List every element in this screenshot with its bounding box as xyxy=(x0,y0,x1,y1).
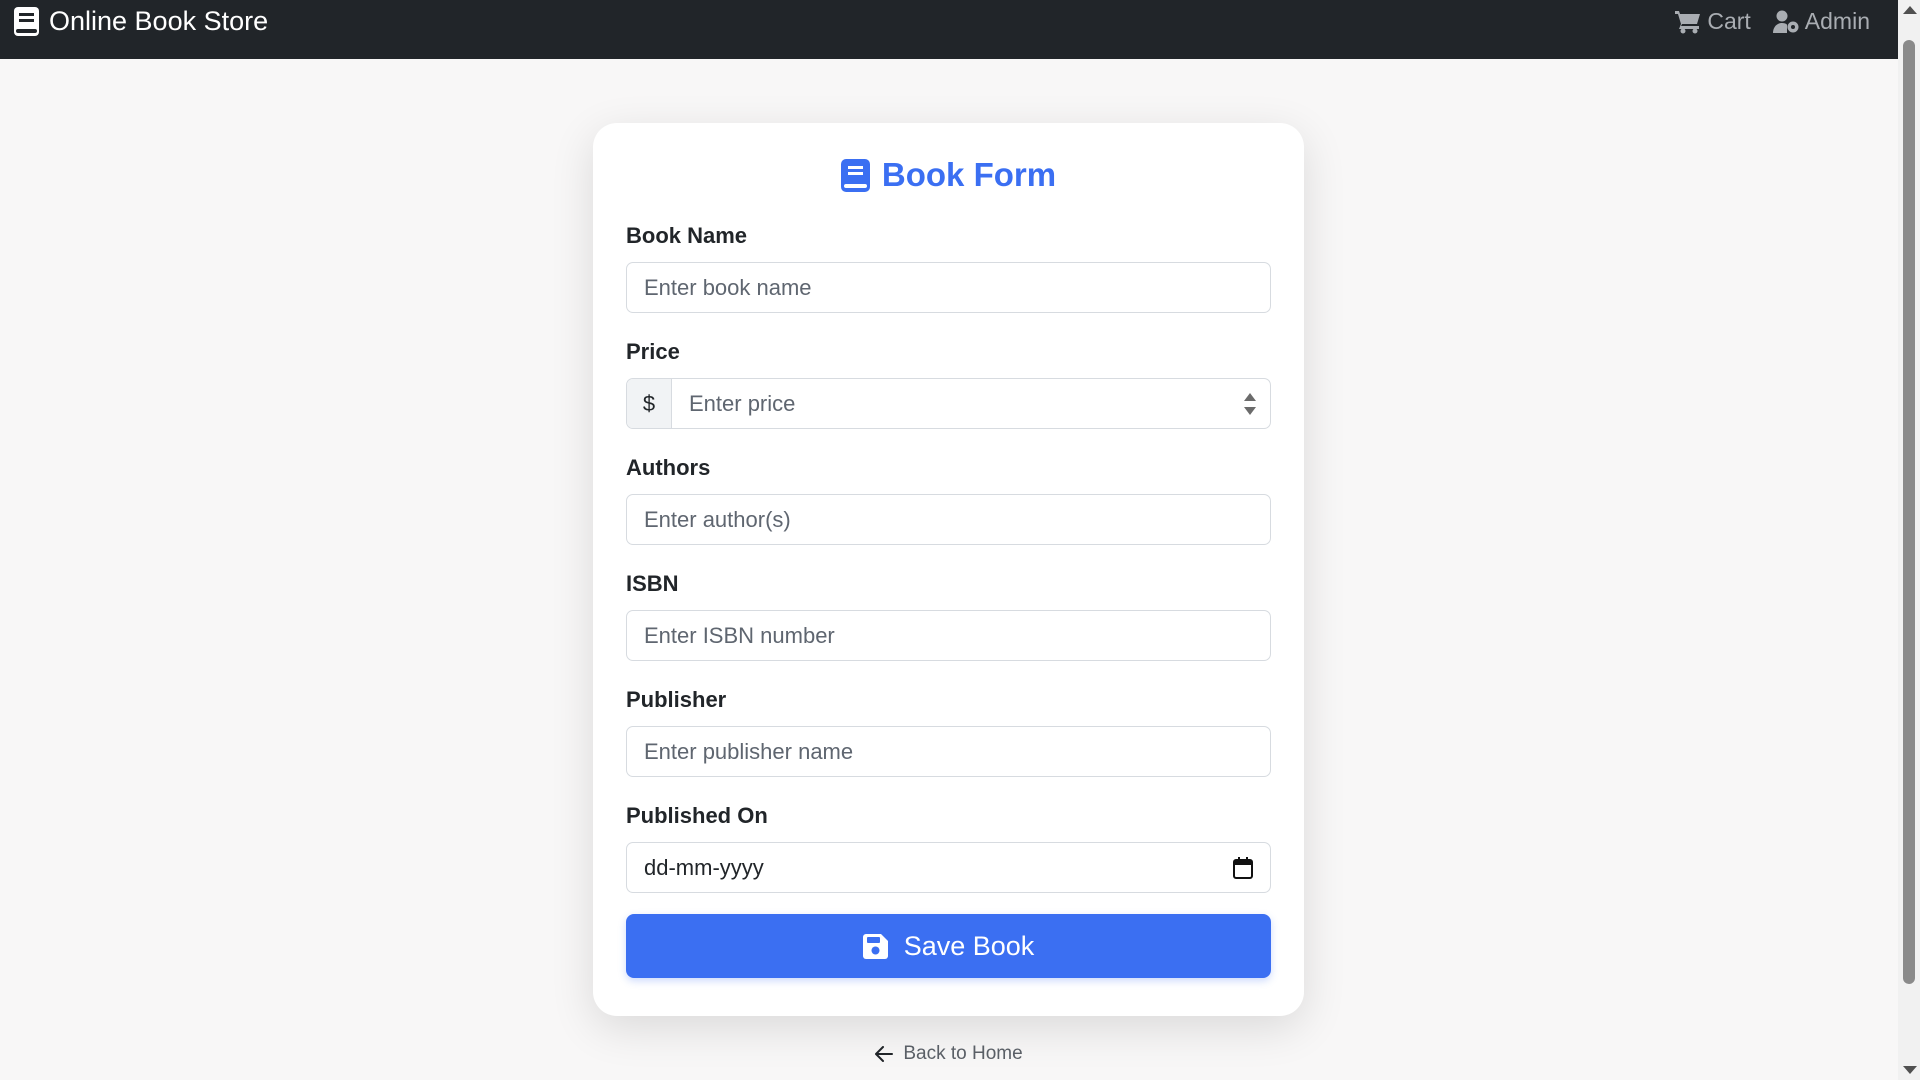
currency-symbol: $ xyxy=(627,379,672,428)
cart-link[interactable]: Cart xyxy=(1675,8,1751,35)
form-title-text: Book Form xyxy=(881,156,1057,193)
calendar-icon[interactable] xyxy=(1233,856,1253,879)
book-form-card: Book Form Book Name Price $ Authors ISBN… xyxy=(593,123,1304,1016)
user-gear-icon xyxy=(1772,10,1799,33)
price-input[interactable] xyxy=(672,379,1230,428)
book-name-input[interactable] xyxy=(626,262,1271,313)
publisher-label: Publisher xyxy=(626,687,727,712)
navbar: Online Book Store Cart Admin xyxy=(0,0,1898,59)
publisher-field: Publisher xyxy=(626,687,1271,777)
admin-label: Admin xyxy=(1804,8,1870,34)
authors-label: Authors xyxy=(626,455,711,480)
admin-link[interactable]: Admin xyxy=(1772,8,1870,35)
isbn-input[interactable] xyxy=(626,610,1271,661)
book-icon xyxy=(840,158,870,192)
published-on-date-input[interactable]: dd-mm-yyyy xyxy=(626,842,1271,893)
book-name-label: Book Name xyxy=(626,223,748,248)
isbn-field: ISBN xyxy=(626,571,1271,661)
authors-input[interactable] xyxy=(626,494,1271,545)
date-value: dd-mm-yyyy xyxy=(644,854,764,880)
cart-icon xyxy=(1675,10,1701,33)
save-book-button[interactable]: Save Book xyxy=(626,914,1271,978)
floppy-disk-icon xyxy=(862,933,888,959)
stepper-down-icon[interactable] xyxy=(1244,406,1256,415)
book-name-field: Book Name xyxy=(626,223,1271,313)
cart-label: Cart xyxy=(1707,8,1751,34)
arrow-left-icon xyxy=(875,1046,894,1062)
price-label: Price xyxy=(626,339,680,364)
isbn-label: ISBN xyxy=(626,571,679,596)
price-stepper[interactable] xyxy=(1230,379,1270,428)
page-scrollbar[interactable] xyxy=(1898,0,1920,1080)
published-on-label: Published On xyxy=(626,803,768,828)
scroll-thumb[interactable] xyxy=(1903,40,1915,984)
published-on-field: Published On dd-mm-yyyy xyxy=(626,803,1271,893)
stepper-up-icon[interactable] xyxy=(1244,392,1256,401)
brand-link[interactable]: Online Book Store xyxy=(14,6,268,37)
price-field: Price $ xyxy=(626,339,1271,429)
book-icon xyxy=(14,7,39,36)
form-title: Book Form xyxy=(626,153,1271,197)
authors-field: Authors xyxy=(626,455,1271,545)
publisher-input[interactable] xyxy=(626,726,1271,777)
back-link-label: Back to Home xyxy=(903,1043,1023,1064)
scroll-up-arrow-icon[interactable] xyxy=(1903,6,1917,14)
save-button-label: Save Book xyxy=(903,930,1035,961)
brand-title: Online Book Store xyxy=(49,6,269,36)
price-input-group: $ xyxy=(626,378,1271,429)
nav-right: Cart Admin xyxy=(1675,8,1870,35)
scroll-down-arrow-icon[interactable] xyxy=(1903,1066,1917,1074)
back-to-home-link[interactable]: Back to Home xyxy=(0,1043,1898,1065)
